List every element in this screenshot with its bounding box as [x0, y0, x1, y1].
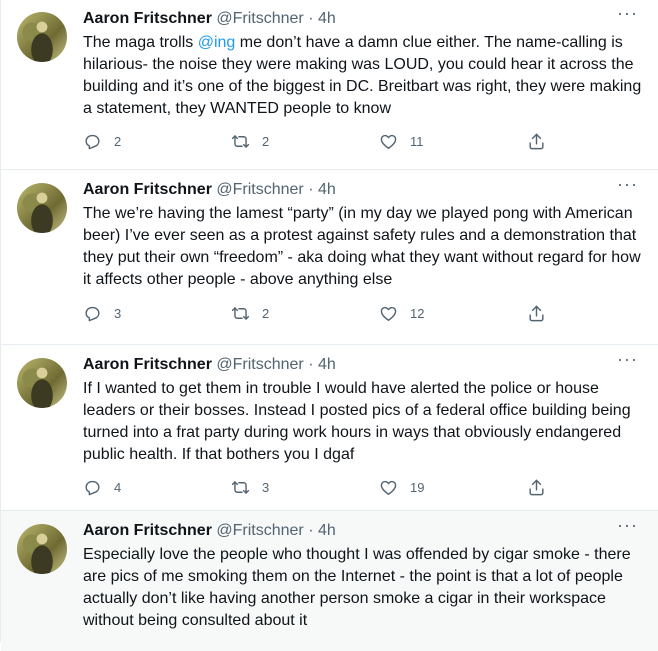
tweet-header: Aaron Fritschner @Fritschner · 4h	[83, 520, 639, 542]
heart-icon	[380, 306, 397, 321]
tweet-text-part: The maga trolls	[83, 34, 198, 51]
retweet-count: 3	[262, 479, 270, 495]
tweet-text: The we’re having the lamest “party” (in …	[83, 205, 641, 288]
retweet-count: 2	[262, 305, 270, 321]
avatar[interactable]	[17, 12, 67, 62]
timestamp[interactable]: 4h	[318, 10, 336, 27]
more-options-icon[interactable]: ···	[617, 175, 638, 193]
avatar[interactable]	[17, 183, 67, 233]
share-button[interactable]	[527, 477, 546, 497]
tweet-header: Aaron Fritschner @Fritschner · 4h	[83, 8, 639, 30]
tweet-thread: Aaron Fritschner @Fritschner · 4h ··· Th…	[0, 0, 658, 651]
tweet[interactable]: Aaron Fritschner @Fritschner · 4h ··· If…	[1, 345, 658, 511]
separator-dot: ·	[308, 522, 314, 539]
share-button[interactable]	[527, 131, 546, 151]
reply-icon	[85, 480, 100, 495]
author-handle[interactable]: @Fritschner	[216, 181, 303, 198]
tweet-text: The maga trolls @ing me don’t have a dam…	[83, 32, 643, 120]
reply-count: 3	[114, 305, 122, 321]
more-options-icon[interactable]: ···	[617, 4, 638, 22]
tweet-header: Aaron Fritschner @Fritschner · 4h	[83, 179, 639, 201]
action-bar: 4 3 19	[83, 477, 553, 497]
author-handle[interactable]: @Fritschner	[216, 522, 303, 539]
like-button[interactable]: 11	[379, 131, 424, 151]
reply-count: 4	[114, 479, 122, 495]
tweet-text: If I wanted to get them in trouble I wou…	[83, 380, 631, 463]
timestamp[interactable]: 4h	[318, 181, 336, 198]
tweet[interactable]: Aaron Fritschner @Fritschner · 4h ··· Th…	[1, 170, 658, 345]
action-bar: 2 2 11	[83, 131, 553, 151]
heart-icon	[380, 480, 397, 495]
avatar[interactable]	[17, 524, 67, 574]
author-name[interactable]: Aaron Fritschner	[83, 181, 212, 198]
action-bar: 3 2 12	[83, 303, 553, 323]
more-options-icon[interactable]: ···	[617, 350, 638, 368]
like-button[interactable]: 12	[379, 303, 424, 323]
retweet-button[interactable]: 2	[231, 131, 269, 151]
share-icon	[529, 133, 544, 149]
separator-dot: ·	[308, 10, 314, 27]
author-name[interactable]: Aaron Fritschner	[83, 356, 212, 373]
heart-icon	[380, 134, 397, 149]
separator-dot: ·	[308, 181, 314, 198]
retweet-icon	[231, 306, 250, 320]
reply-button[interactable]: 4	[83, 477, 121, 497]
timestamp[interactable]: 4h	[318, 522, 336, 539]
author-name[interactable]: Aaron Fritschner	[83, 522, 212, 539]
retweet-icon	[231, 480, 250, 494]
like-button[interactable]: 19	[379, 477, 424, 497]
retweet-icon	[231, 134, 250, 148]
share-button[interactable]	[527, 303, 546, 323]
separator-dot: ·	[308, 356, 314, 373]
tweet-header: Aaron Fritschner @Fritschner · 4h	[83, 354, 639, 376]
avatar[interactable]	[17, 358, 67, 408]
reply-button[interactable]: 3	[83, 303, 121, 323]
tweet[interactable]: Aaron Fritschner @Fritschner · 4h ··· Th…	[1, 0, 658, 170]
mention-link[interactable]: @ing	[198, 34, 236, 51]
reply-count: 2	[114, 133, 122, 149]
share-icon	[529, 479, 544, 495]
tweet[interactable]: Aaron Fritschner @Fritschner · 4h ··· Es…	[1, 511, 658, 651]
like-count: 11	[410, 133, 424, 149]
retweet-button[interactable]: 3	[231, 477, 269, 497]
reply-icon	[85, 306, 100, 321]
share-icon	[529, 305, 544, 321]
author-handle[interactable]: @Fritschner	[216, 356, 303, 373]
timestamp[interactable]: 4h	[318, 356, 336, 373]
like-count: 19	[410, 479, 425, 495]
tweet-text: Especially love the people who thought I…	[83, 546, 631, 629]
reply-button[interactable]: 2	[83, 131, 121, 151]
author-handle[interactable]: @Fritschner	[216, 10, 303, 27]
like-count: 12	[410, 305, 425, 321]
retweet-button[interactable]: 2	[231, 303, 269, 323]
retweet-count: 2	[262, 133, 270, 149]
reply-icon	[85, 134, 100, 149]
author-name[interactable]: Aaron Fritschner	[83, 10, 212, 27]
more-options-icon[interactable]: ···	[617, 516, 638, 534]
